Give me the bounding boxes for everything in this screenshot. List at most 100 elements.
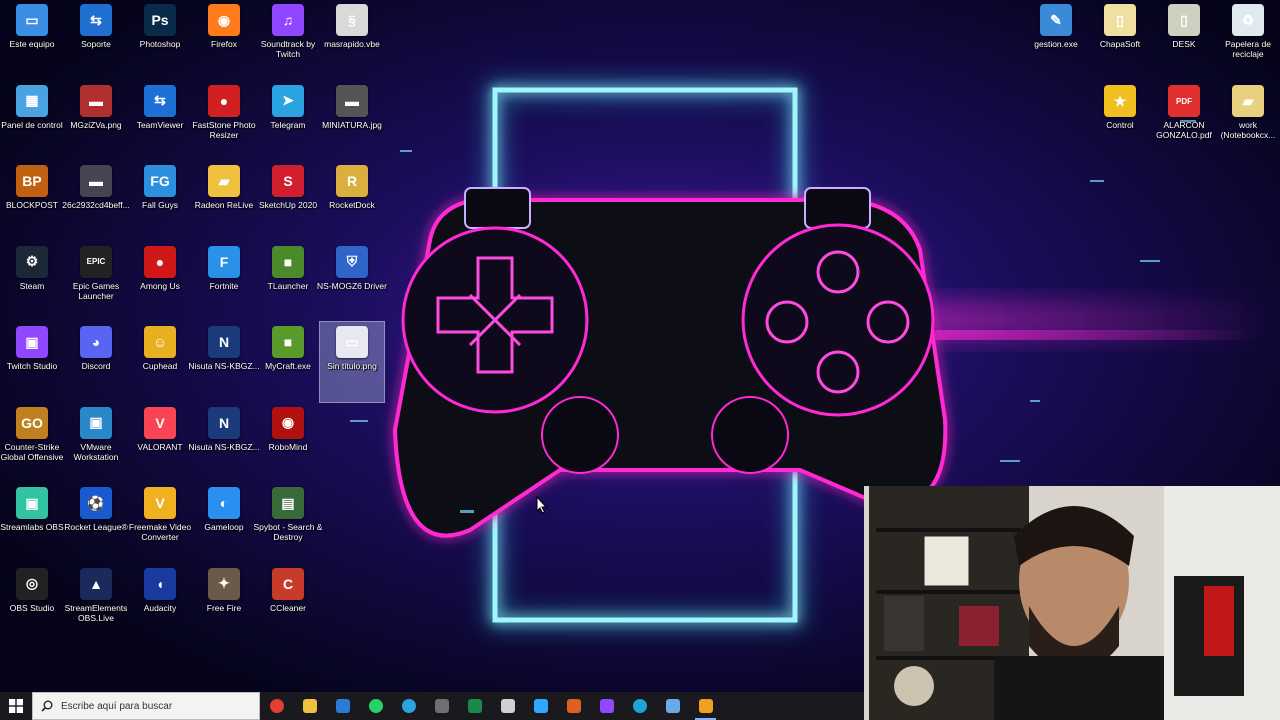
- desktop-shortcut[interactable]: ▤ Spybot - Search & Destroy: [254, 483, 322, 563]
- photoshop-taskbar-icon: [533, 699, 548, 713]
- streamelements-icon: ▲: [80, 567, 112, 600]
- desktop-shortcut[interactable]: ✎ gestion.exe: [1024, 0, 1088, 80]
- rocket-league-icon: ⚽: [80, 487, 112, 519]
- desktop-shortcut[interactable]: R RocketDock: [320, 161, 384, 241]
- desktop-shortcut[interactable]: V Freemake Video Converter: [128, 483, 192, 563]
- desktop-shortcut[interactable]: N Nisuta NS-KBGZ...: [188, 322, 260, 402]
- desktop-shortcut[interactable]: ■ TLauncher: [256, 242, 320, 322]
- desktop-shortcut[interactable]: ♻ Papelera de reciclaje: [1216, 0, 1280, 80]
- start-button[interactable]: [0, 692, 32, 720]
- blockpost-icon: BP: [16, 165, 48, 197]
- desktop-shortcut[interactable]: PDF ALARCON GONZALO.pdf: [1152, 81, 1216, 161]
- desktop-shortcut[interactable]: ▰ Radeon ReLive: [192, 161, 256, 241]
- desktop-shortcut-label: Spybot - Search & Destroy: [253, 522, 323, 542]
- vbe-script-icon: §: [336, 4, 368, 36]
- desktop-shortcut[interactable]: ◉ RoboMind: [256, 403, 320, 483]
- streamelements-taskbar-button[interactable]: [689, 692, 722, 720]
- desktop-shortcut[interactable]: ▬ 26c2932cd4beff...: [62, 161, 130, 241]
- desktop-shortcut[interactable]: ▭ Este equipo: [0, 0, 64, 80]
- desktop-shortcut[interactable]: ■ MyCraft.exe: [256, 322, 320, 402]
- desk-icon: ▯: [1168, 4, 1200, 36]
- desktop-shortcut[interactable]: Ps Photoshop: [128, 0, 192, 80]
- folder-icon: ▰: [208, 165, 240, 197]
- desktop-shortcut[interactable]: ◕ Discord: [64, 322, 128, 402]
- desktop-shortcut[interactable]: ▣ Twitch Studio: [0, 322, 64, 402]
- image-file-icon: ▭: [336, 326, 368, 358]
- desktop-shortcut-label: gestion.exe: [1034, 39, 1078, 49]
- desktop-shortcut[interactable]: ● Among Us: [128, 242, 192, 322]
- search-icon: [41, 700, 53, 712]
- desktop-shortcut[interactable]: ▯ DESK: [1152, 0, 1216, 80]
- desktop-shortcut[interactable]: S SketchUp 2020: [256, 161, 320, 241]
- desktop-shortcut-label: Fortnite: [209, 280, 239, 291]
- desktop-shortcut[interactable]: ◐ Gameloop: [192, 483, 256, 563]
- file-explorer-taskbar-button[interactable]: [293, 692, 326, 720]
- desktop-shortcut[interactable]: ▣ VMware Workstation: [64, 403, 128, 483]
- desktop-shortcut[interactable]: V VALORANT: [128, 403, 192, 483]
- calculator-taskbar-button[interactable]: [425, 692, 458, 720]
- desktop-shortcut[interactable]: § masrapido.vbe: [320, 0, 384, 80]
- terminal-taskbar-button[interactable]: [458, 692, 491, 720]
- whatsapp-taskbar-button[interactable]: [359, 692, 392, 720]
- desktop-shortcut[interactable]: F Fortnite: [192, 242, 256, 322]
- file-explorer-taskbar-icon: [302, 699, 317, 713]
- telegram-taskbar-button[interactable]: [392, 692, 425, 720]
- chrome-taskbar-button[interactable]: [260, 692, 293, 720]
- streamlabs-icon: ▣: [16, 487, 48, 519]
- twitch-taskbar-button[interactable]: [590, 692, 623, 720]
- desktop-shortcut[interactable]: ▦ Panel de control: [0, 81, 64, 161]
- desktop-shortcut[interactable]: C CCleaner: [256, 564, 320, 644]
- webcam-overlay: [864, 486, 1280, 720]
- desktop-shortcut[interactable]: ☺ Cuphead: [128, 322, 192, 402]
- desktop-shortcut[interactable]: ⇆ Soporte: [64, 0, 128, 80]
- app-taskbar-button[interactable]: [557, 692, 590, 720]
- desktop-shortcut-label: Nisuta NS-KBGZ...: [188, 361, 260, 371]
- music-taskbar-button[interactable]: [491, 692, 524, 720]
- desktop-shortcut-label: StreamElements OBS.Live: [64, 602, 128, 623]
- desktop-shortcut-label: TLauncher: [267, 280, 309, 291]
- desktop-shortcut[interactable]: FG Fall Guys: [128, 161, 192, 241]
- desktop-shortcut[interactable]: ⚙ Steam: [0, 242, 64, 322]
- desktop-shortcut[interactable]: ♫ Soundtrack by Twitch: [256, 0, 320, 80]
- desktop-shortcut[interactable]: ▲ StreamElements OBS.Live: [64, 564, 128, 644]
- desktop-shortcut[interactable]: ⛨ NS-MOGZ6 Driver: [317, 242, 387, 322]
- nisuta-icon: N: [208, 326, 240, 358]
- notepad-taskbar-button[interactable]: [656, 692, 689, 720]
- steam-icon: ⚙: [16, 245, 48, 278]
- desktop-shortcut-label: TeamViewer: [136, 119, 184, 130]
- desktop-shortcut[interactable]: ▬ MINIATURA.jpg: [320, 81, 384, 161]
- desktop-shortcut[interactable]: ▭ Sin título.png: [319, 321, 385, 403]
- desktop-shortcut[interactable]: ▰ work (Notebookcx...: [1216, 81, 1280, 161]
- desktop-shortcut[interactable]: ● FastStone Photo Resizer: [192, 81, 256, 161]
- desktop-shortcut[interactable]: ⚽ Rocket League®: [64, 483, 128, 563]
- desktop-shortcut[interactable]: ◉ Firefox: [192, 0, 256, 80]
- gestion-exe-icon: ✎: [1040, 4, 1072, 36]
- desktop-shortcut[interactable]: ★ Control: [1088, 81, 1152, 161]
- desktop-shortcut[interactable]: ➤ Telegram: [256, 81, 320, 161]
- desktop-shortcut[interactable]: ◎ OBS Studio: [0, 564, 64, 644]
- photoshop-taskbar-button[interactable]: [524, 692, 557, 720]
- desktop-shortcut-label: Soundtrack by Twitch: [260, 39, 316, 59]
- desktop-shortcut[interactable]: ◖ Audacity: [128, 564, 192, 644]
- desktop-shortcut-label: ChapaSoft: [1099, 39, 1141, 49]
- panel-de-control-icon: ▦: [16, 84, 48, 117]
- edge-taskbar-button[interactable]: [623, 692, 656, 720]
- desktop-shortcut[interactable]: ▣ Streamlabs OBS: [0, 483, 64, 563]
- desktop-shortcut[interactable]: ▯ ChapaSoft: [1088, 0, 1152, 80]
- terminal-taskbar-icon: [467, 699, 482, 713]
- desktop-shortcut[interactable]: EPIC Epic Games Launcher: [64, 242, 128, 322]
- search-input[interactable]: [59, 699, 253, 713]
- mail-taskbar-button[interactable]: [326, 692, 359, 720]
- desktop-shortcut[interactable]: ⇆ TeamViewer: [128, 81, 192, 161]
- desktop-shortcut[interactable]: ✦ Free Fire: [192, 564, 256, 644]
- desktop-shortcut-label: Audacity: [143, 602, 177, 613]
- desktop-shortcut[interactable]: N Nisuta NS-KBGZ...: [188, 403, 260, 483]
- desktop-shortcut-label: Twitch Studio: [6, 361, 58, 371]
- music-taskbar-icon: [500, 699, 515, 713]
- desktop-shortcut[interactable]: GO Counter-Strike Global Offensive: [0, 403, 64, 483]
- desktop-shortcut-label: VALORANT: [137, 441, 183, 452]
- desktop-shortcut[interactable]: BP BLOCKPOST: [0, 161, 64, 241]
- desktop-shortcut[interactable]: ▬ MGziZVa.png: [64, 81, 128, 161]
- recycle-bin-icon: ♻: [1232, 4, 1264, 36]
- taskbar-search[interactable]: [32, 692, 260, 720]
